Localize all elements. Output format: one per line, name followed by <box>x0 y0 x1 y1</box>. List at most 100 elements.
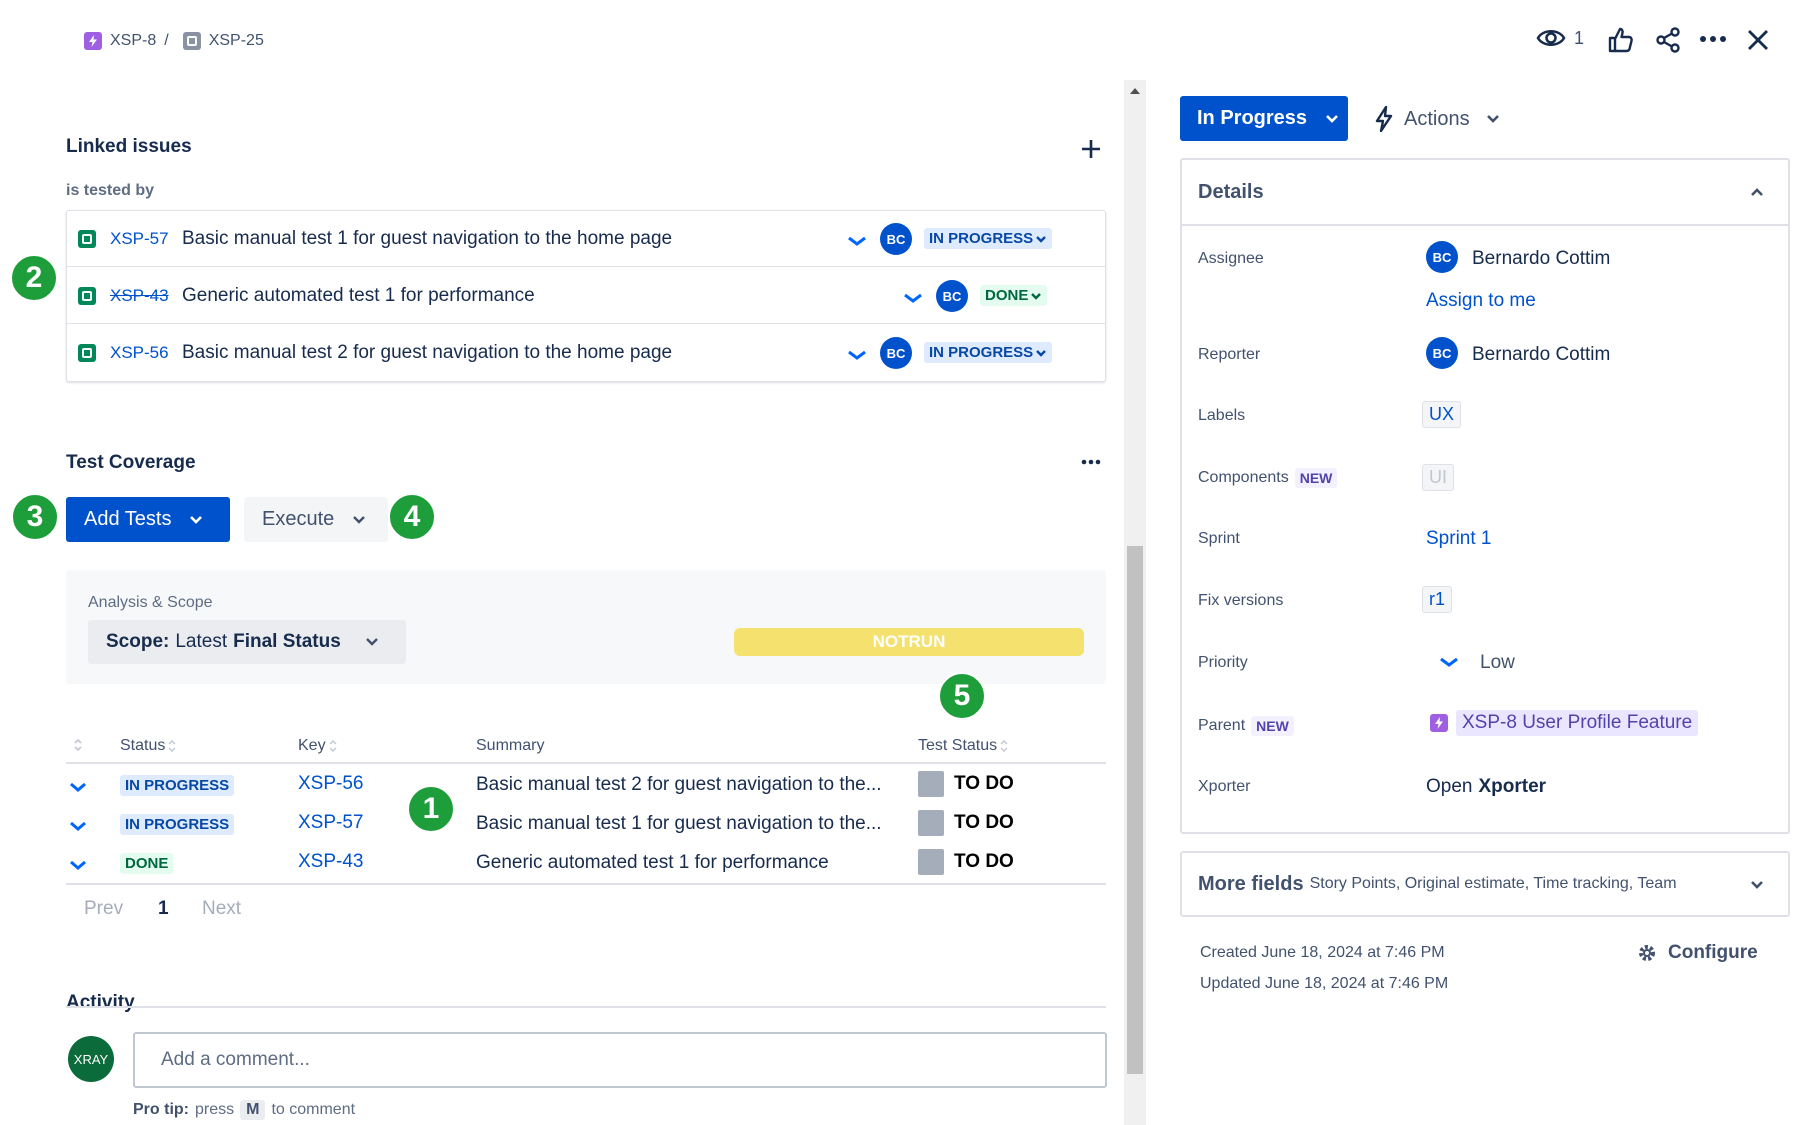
more-icon[interactable] <box>1080 458 1102 466</box>
sprint-label: Sprint <box>1198 530 1240 547</box>
label-tag[interactable]: UX <box>1422 401 1462 428</box>
scrollbar-thumb[interactable] <box>1127 546 1143 1074</box>
status-badge: IN PROGRESS <box>120 814 235 835</box>
avatar: BC <box>936 280 968 312</box>
breadcrumb-parent-link[interactable]: XSP-8 <box>110 32 156 50</box>
configure-button[interactable]: Configure <box>1636 942 1758 964</box>
column-header-key[interactable]: Key <box>298 737 337 755</box>
column-header-label: Summary <box>476 737 545 754</box>
eye-icon <box>1536 30 1566 46</box>
linked-issue-summary[interactable]: Basic manual test 2 for guest navigation… <box>182 342 672 364</box>
fix-version-tag[interactable]: r1 <box>1422 586 1453 613</box>
test-status-swatch <box>918 849 944 875</box>
status-label: IN PROGRESS <box>929 344 1034 361</box>
watch-count: 1 <box>1574 27 1585 48</box>
actions-button[interactable]: Actions <box>1374 100 1500 138</box>
updated-timestamp: Updated June 18, 2024 at 7:46 PM <box>1200 975 1449 992</box>
priority-low-icon <box>1440 657 1458 667</box>
test-issue-icon <box>78 229 96 248</box>
chevron-up-icon <box>1751 188 1763 196</box>
callout-badge-1: 1 <box>407 785 455 833</box>
assign-to-me-link[interactable]: Assign to me <box>1426 290 1536 312</box>
chevron-down-icon <box>1326 114 1338 123</box>
components-label: Components <box>1198 469 1289 486</box>
test-key-link[interactable]: XSP-43 <box>298 851 363 873</box>
status-dropdown[interactable]: IN PROGRESS <box>924 228 1053 249</box>
scroll-up-arrow-icon[interactable] <box>1128 86 1142 96</box>
column-header-status[interactable]: Status <box>120 737 176 755</box>
linked-issue-summary[interactable]: Basic manual test 1 for guest navigation… <box>182 228 672 250</box>
linked-issue-key[interactable]: XSP-57 <box>110 229 172 249</box>
test-key-link[interactable]: XSP-57 <box>298 812 363 834</box>
add-link-plus-icon[interactable] <box>1080 138 1102 160</box>
test-status-label: TO DO <box>954 851 1014 872</box>
status-dropdown[interactable]: IN PROGRESS <box>924 342 1053 363</box>
parent-link[interactable]: XSP-8 User Profile Feature <box>1430 710 1699 736</box>
thumbs-up-icon[interactable] <box>1606 26 1634 54</box>
coverage-status-bar[interactable]: NOTRUN <box>734 628 1084 656</box>
linked-issue-key[interactable]: XSP-56 <box>110 343 172 363</box>
breadcrumb: XSP-8 / XSP-25 <box>84 30 264 52</box>
pro-tip-bold: Pro tip: <box>133 1101 189 1118</box>
priority-low-icon <box>848 236 866 246</box>
watch-button[interactable]: 1 <box>1536 26 1584 50</box>
comment-placeholder: Add a comment... <box>161 1049 310 1070</box>
more-icon[interactable] <box>1698 34 1728 44</box>
test-summary[interactable]: Basic manual test 2 for guest navigation… <box>476 774 882 796</box>
components-label-row: Components NEW <box>1198 468 1338 488</box>
test-status-swatch <box>918 771 944 797</box>
xporter-label: Xporter <box>1198 778 1251 795</box>
assignee-name[interactable]: Bernardo Cottim <box>1472 248 1610 270</box>
close-icon[interactable] <box>1746 28 1770 52</box>
sort-icon[interactable] <box>73 738 83 752</box>
gear-icon <box>1639 945 1655 961</box>
share-icon[interactable] <box>1654 26 1682 54</box>
test-status-label: TO DO <box>954 812 1014 833</box>
test-key-link[interactable]: XSP-56 <box>298 773 363 795</box>
reporter-name[interactable]: Bernardo Cottim <box>1472 344 1610 366</box>
avatar: BC <box>1426 241 1458 273</box>
comment-input[interactable]: Add a comment... <box>133 1032 1107 1088</box>
status-dropdown[interactable]: DONE <box>980 285 1048 306</box>
test-summary[interactable]: Basic manual test 1 for guest navigation… <box>476 813 882 835</box>
pagination-next[interactable]: Next <box>202 898 241 920</box>
chevron-down-icon <box>353 515 366 524</box>
pagination-page[interactable]: 1 <box>158 898 169 920</box>
xporter-open: Open <box>1426 776 1473 797</box>
breadcrumb-current-link[interactable]: XSP-25 <box>209 32 264 50</box>
more-fields-panel[interactable]: More fields Story Points, Original estim… <box>1180 851 1790 917</box>
component-tag[interactable]: UI <box>1422 464 1454 491</box>
linked-issue-key[interactable]: XSP-43 <box>110 286 172 306</box>
column-header-label: Test Status <box>918 737 998 754</box>
details-header[interactable]: Details <box>1182 160 1788 226</box>
xporter-link[interactable]: Open Xporter <box>1426 776 1546 798</box>
lightning-icon <box>1375 106 1393 132</box>
keyboard-key: M <box>240 1100 266 1120</box>
add-tests-button[interactable]: Add Tests <box>66 497 230 542</box>
sprint-link[interactable]: Sprint 1 <box>1426 528 1491 550</box>
status-badge: DONE <box>120 853 174 874</box>
column-header-label: Key <box>298 737 326 754</box>
chevron-down-icon <box>190 515 203 524</box>
avatar: XRAY <box>68 1036 114 1082</box>
status-transition-button[interactable]: In Progress <box>1180 96 1348 141</box>
execute-button[interactable]: Execute <box>244 497 388 542</box>
scope-prefix: Scope: <box>106 631 170 652</box>
test-status-label: TO DO <box>954 773 1014 794</box>
table-footer-divider <box>66 883 1106 885</box>
chevron-down-icon <box>1036 349 1047 357</box>
column-header-label: Status <box>120 737 166 754</box>
priority-value[interactable]: Low <box>1480 652 1515 674</box>
created-timestamp: Created June 18, 2024 at 7:46 PM <box>1200 944 1445 961</box>
test-summary[interactable]: Generic automated test 1 for performance <box>476 852 829 874</box>
sort-icon <box>1000 740 1008 752</box>
test-issue-icon <box>78 286 96 305</box>
pagination-prev[interactable]: Prev <box>84 898 123 920</box>
column-header-summary[interactable]: Summary <box>476 737 544 755</box>
linked-issue-summary[interactable]: Generic automated test 1 for performance <box>182 285 535 307</box>
new-badge: NEW <box>1294 468 1338 488</box>
test-coverage-title: Test Coverage <box>66 452 196 473</box>
more-fields-hint: Story Points, Original estimate, Time tr… <box>1309 875 1677 892</box>
column-header-test-status[interactable]: Test Status <box>918 737 1008 755</box>
scope-selector[interactable]: Scope: Latest Final Status <box>88 620 406 664</box>
